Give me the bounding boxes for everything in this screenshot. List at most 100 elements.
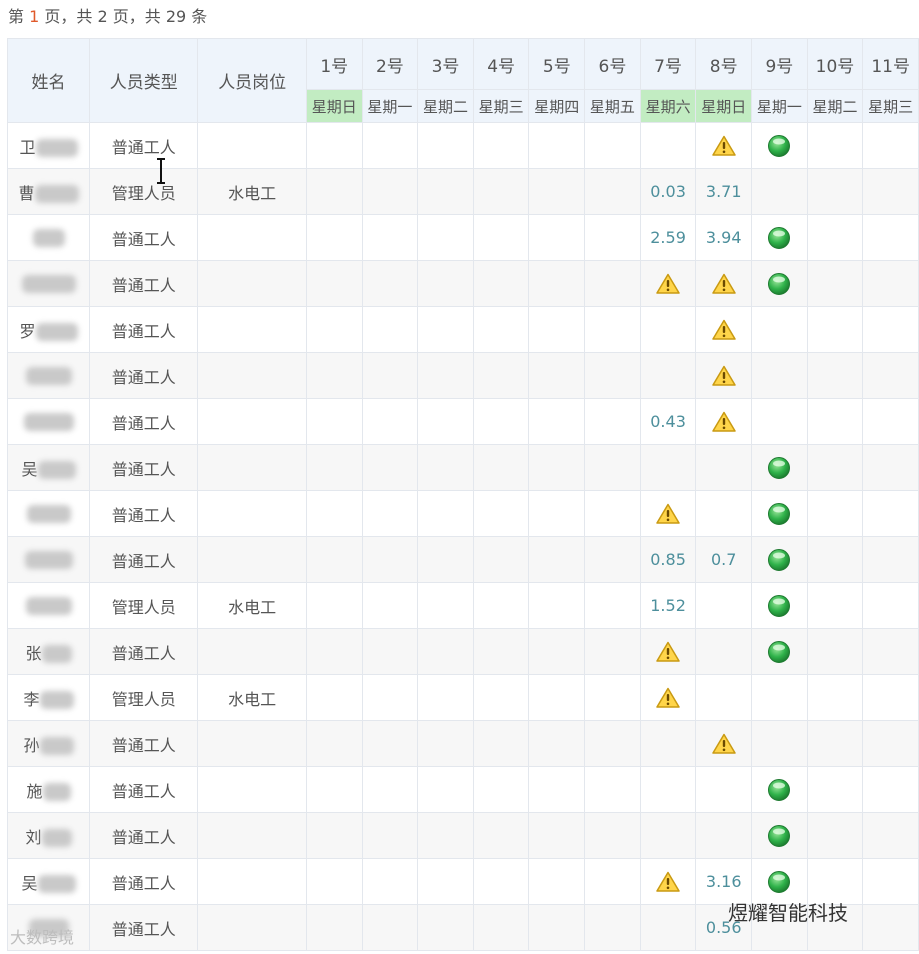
- day-cell[interactable]: [305, 812, 363, 859]
- day-cell[interactable]: [528, 490, 586, 537]
- day-cell[interactable]: [751, 490, 808, 537]
- day-cell[interactable]: 3.94: [695, 214, 753, 261]
- day-cell[interactable]: [472, 122, 530, 169]
- table-row[interactable]: 刘 普通工人: [7, 812, 919, 859]
- day-cell[interactable]: [695, 582, 753, 629]
- col-header-post[interactable]: 人员岗位: [197, 38, 307, 123]
- day-cell[interactable]: [361, 444, 419, 491]
- day-header[interactable]: 9号: [751, 38, 808, 90]
- day-cell[interactable]: [695, 444, 753, 491]
- day-cell[interactable]: [751, 122, 808, 169]
- day-cell[interactable]: [528, 260, 586, 307]
- day-cell[interactable]: [695, 766, 753, 813]
- day-cell[interactable]: [862, 812, 919, 859]
- day-cell[interactable]: [751, 214, 808, 261]
- day-cell[interactable]: [862, 536, 919, 583]
- day-cell[interactable]: [639, 352, 697, 399]
- day-cell[interactable]: [862, 858, 919, 905]
- day-cell[interactable]: [472, 398, 530, 445]
- day-cell[interactable]: [751, 168, 808, 215]
- day-cell[interactable]: [639, 260, 697, 307]
- day-cell[interactable]: [862, 628, 919, 675]
- day-cell[interactable]: [528, 858, 586, 905]
- day-cell[interactable]: [584, 306, 641, 353]
- day-cell[interactable]: [584, 352, 641, 399]
- day-cell[interactable]: [695, 812, 753, 859]
- day-cell[interactable]: [862, 766, 919, 813]
- day-cell[interactable]: [862, 168, 919, 215]
- day-cell[interactable]: [472, 904, 530, 951]
- day-cell[interactable]: [806, 214, 864, 261]
- day-cell[interactable]: [361, 904, 419, 951]
- day-cell[interactable]: [639, 858, 697, 905]
- day-header[interactable]: 5号: [528, 38, 586, 90]
- day-cell[interactable]: [584, 490, 641, 537]
- day-header[interactable]: 7号: [639, 38, 697, 90]
- day-cell[interactable]: [305, 904, 363, 951]
- day-header[interactable]: 3号: [417, 38, 474, 90]
- day-cell[interactable]: [695, 628, 753, 675]
- day-cell[interactable]: [305, 352, 363, 399]
- day-cell[interactable]: [528, 582, 586, 629]
- day-cell[interactable]: [528, 674, 586, 721]
- day-cell[interactable]: [862, 904, 919, 951]
- day-cell[interactable]: 2.59: [639, 214, 697, 261]
- day-cell[interactable]: [862, 720, 919, 767]
- day-cell[interactable]: [305, 490, 363, 537]
- day-cell[interactable]: [584, 858, 641, 905]
- day-cell[interactable]: [361, 260, 419, 307]
- day-cell[interactable]: [695, 674, 753, 721]
- day-cell[interactable]: [417, 490, 474, 537]
- day-cell[interactable]: [584, 536, 641, 583]
- day-cell[interactable]: [862, 306, 919, 353]
- day-cell[interactable]: [695, 306, 753, 353]
- day-cell[interactable]: [806, 536, 864, 583]
- table-row[interactable]: 普通工人: [7, 490, 919, 537]
- day-cell[interactable]: [751, 352, 808, 399]
- day-cell[interactable]: [806, 444, 864, 491]
- day-cell[interactable]: [417, 766, 474, 813]
- day-cell[interactable]: [639, 122, 697, 169]
- day-cell[interactable]: [584, 444, 641, 491]
- day-cell[interactable]: [305, 122, 363, 169]
- table-row[interactable]: 李 管理人员 水电工: [7, 674, 919, 721]
- day-cell[interactable]: [639, 812, 697, 859]
- day-cell[interactable]: [305, 766, 363, 813]
- day-cell[interactable]: [417, 582, 474, 629]
- day-cell[interactable]: [695, 398, 753, 445]
- day-cell[interactable]: [305, 260, 363, 307]
- day-cell[interactable]: [751, 766, 808, 813]
- table-row[interactable]: 卫 普通工人: [7, 122, 919, 169]
- day-header[interactable]: 6号: [584, 38, 641, 90]
- day-cell[interactable]: [639, 766, 697, 813]
- day-cell[interactable]: [417, 214, 474, 261]
- day-cell[interactable]: [862, 674, 919, 721]
- day-cell[interactable]: [361, 536, 419, 583]
- day-cell[interactable]: [862, 398, 919, 445]
- day-cell[interactable]: [528, 536, 586, 583]
- day-cell[interactable]: [639, 720, 697, 767]
- day-cell[interactable]: [806, 582, 864, 629]
- day-cell[interactable]: [472, 858, 530, 905]
- col-header-name[interactable]: 姓名: [7, 38, 91, 123]
- day-cell[interactable]: [305, 536, 363, 583]
- day-cell[interactable]: [695, 260, 753, 307]
- day-cell[interactable]: [528, 444, 586, 491]
- day-cell[interactable]: [417, 628, 474, 675]
- table-row[interactable]: 普通工人 0.85 0.7: [7, 536, 919, 583]
- day-cell[interactable]: [417, 352, 474, 399]
- day-cell[interactable]: [806, 490, 864, 537]
- day-header[interactable]: 1号: [305, 38, 363, 90]
- day-cell[interactable]: [305, 720, 363, 767]
- table-row[interactable]: 吴 普通工人: [7, 444, 919, 491]
- day-cell[interactable]: [305, 214, 363, 261]
- day-cell[interactable]: [806, 306, 864, 353]
- day-cell[interactable]: [472, 168, 530, 215]
- table-row[interactable]: 张 普通工人: [7, 628, 919, 675]
- day-cell[interactable]: [584, 628, 641, 675]
- table-row[interactable]: 曹 管理人员 水电工 0.03 3.71: [7, 168, 919, 215]
- day-cell[interactable]: [806, 812, 864, 859]
- day-cell[interactable]: [472, 766, 530, 813]
- day-cell[interactable]: [862, 444, 919, 491]
- day-cell[interactable]: [472, 812, 530, 859]
